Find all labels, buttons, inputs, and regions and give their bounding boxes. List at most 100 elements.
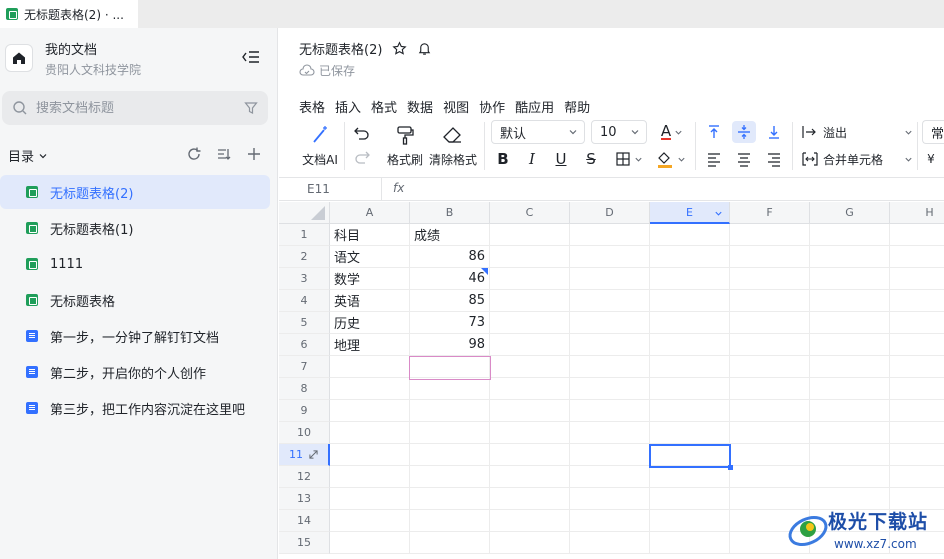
grid-cell[interactable] (490, 466, 570, 488)
grid-cell[interactable] (490, 510, 570, 532)
grid-cell[interactable] (570, 312, 650, 334)
grid-cell[interactable] (810, 268, 890, 290)
grid-cell[interactable] (570, 356, 650, 378)
directory-toggle[interactable]: 目录 (8, 146, 48, 165)
row-header[interactable]: 12 (279, 466, 330, 488)
grid-cell[interactable] (890, 422, 944, 444)
grid-cell[interactable]: 历史 (330, 312, 410, 334)
grid-cell[interactable] (810, 378, 890, 400)
menu-item-insert[interactable]: 插入 (335, 97, 361, 116)
grid-cell[interactable] (810, 334, 890, 356)
chevron-down-icon[interactable] (714, 209, 723, 218)
grid-cell[interactable]: 成绩 (410, 224, 490, 246)
grid-cell[interactable] (730, 400, 810, 422)
document-title[interactable]: 无标题表格(2) (299, 39, 382, 58)
document-ai-button[interactable]: 文档AI (299, 122, 341, 170)
grid-cell[interactable] (730, 246, 810, 268)
grid-cell[interactable] (490, 312, 570, 334)
refresh-icon[interactable] (186, 146, 202, 162)
grid-cell[interactable] (410, 510, 490, 532)
grid-cell[interactable] (810, 422, 890, 444)
number-format-select[interactable]: 常 (922, 120, 944, 144)
row-header[interactable]: 2 (279, 246, 330, 268)
grid-cell[interactable] (490, 224, 570, 246)
grid-cell[interactable] (570, 334, 650, 356)
fill-color-button[interactable] (653, 148, 689, 170)
menu-item-table[interactable]: 表格 (299, 97, 325, 116)
grid-cell[interactable] (330, 400, 410, 422)
grid-cell[interactable] (810, 290, 890, 312)
grid-cell[interactable] (570, 488, 650, 510)
plus-icon[interactable] (246, 146, 262, 162)
grid-cell[interactable]: 86 (410, 246, 490, 268)
grid-cell[interactable] (330, 356, 410, 378)
grid-cell[interactable] (490, 488, 570, 510)
grid-cell[interactable] (570, 422, 650, 444)
grid-cell[interactable] (730, 356, 810, 378)
grid-cell[interactable]: 地理 (330, 334, 410, 356)
row-header-selected[interactable]: 11 (279, 444, 330, 466)
grid-cell[interactable] (810, 444, 890, 466)
grid-cell[interactable] (490, 334, 570, 356)
grid-cell[interactable] (890, 356, 944, 378)
grid-cell[interactable] (570, 532, 650, 554)
grid-cell[interactable] (650, 356, 730, 378)
grid-cell[interactable] (730, 466, 810, 488)
grid-cell[interactable] (570, 510, 650, 532)
tree-item[interactable]: 1111 (0, 247, 270, 281)
menu-item-format[interactable]: 格式 (371, 97, 397, 116)
grid-cell[interactable]: 数学 (330, 268, 410, 290)
grid-cell[interactable] (330, 466, 410, 488)
grid-cell[interactable] (410, 378, 490, 400)
star-icon[interactable] (392, 41, 408, 56)
grid-cell[interactable] (890, 224, 944, 246)
column-header[interactable]: D (570, 202, 650, 224)
grid-cell[interactable] (730, 444, 810, 466)
grid-cell[interactable] (650, 378, 730, 400)
align-middle-button[interactable] (732, 121, 756, 143)
grid-cell[interactable] (650, 400, 730, 422)
menu-item-collaborate[interactable]: 协作 (479, 97, 505, 116)
grid-cell[interactable] (490, 356, 570, 378)
home-button[interactable] (5, 44, 33, 72)
grid-cell[interactable] (890, 466, 944, 488)
select-all-corner[interactable] (279, 202, 330, 224)
grid-cell[interactable] (490, 444, 570, 466)
row-header[interactable]: 8 (279, 378, 330, 400)
cell-comment-marker[interactable] (481, 268, 488, 275)
document-tab[interactable]: 无标题表格(2) · ... (0, 0, 138, 28)
align-top-button[interactable] (703, 121, 725, 143)
grid-cell[interactable] (730, 334, 810, 356)
grid-cell[interactable] (490, 268, 570, 290)
grid-cell[interactable] (650, 510, 730, 532)
row-header[interactable]: 7 (279, 356, 330, 378)
grid-cell[interactable] (650, 422, 730, 444)
grid-cell[interactable] (730, 224, 810, 246)
column-header[interactable]: H (890, 202, 944, 224)
text-color-button[interactable]: A (655, 120, 689, 144)
grid-cell[interactable]: 73 (410, 312, 490, 334)
grid-cell[interactable] (650, 246, 730, 268)
row-header[interactable]: 1 (279, 224, 330, 246)
grid-cell[interactable] (890, 400, 944, 422)
tree-item[interactable]: 第三步，把工作内容沉淀在这里吧 (0, 391, 270, 425)
collapse-sidebar-button[interactable] (240, 46, 262, 68)
grid-cell[interactable] (410, 532, 490, 554)
grid-cell[interactable] (410, 444, 490, 466)
grid-cell[interactable] (410, 400, 490, 422)
row-header[interactable]: 15 (279, 532, 330, 554)
grid-cell[interactable] (490, 378, 570, 400)
grid-cell[interactable] (570, 246, 650, 268)
menu-item-help[interactable]: 帮助 (564, 97, 590, 116)
grid-cell[interactable] (810, 466, 890, 488)
column-header[interactable]: A (330, 202, 410, 224)
grid-cell[interactable] (730, 312, 810, 334)
bell-icon[interactable] (417, 41, 432, 56)
column-header[interactable]: F (730, 202, 810, 224)
grid-cell[interactable] (490, 422, 570, 444)
grid-cell[interactable] (330, 444, 410, 466)
redo-button[interactable] (351, 146, 373, 168)
grid-cell[interactable] (810, 312, 890, 334)
grid-cell[interactable] (570, 268, 650, 290)
grid-cell[interactable]: 98 (410, 334, 490, 356)
